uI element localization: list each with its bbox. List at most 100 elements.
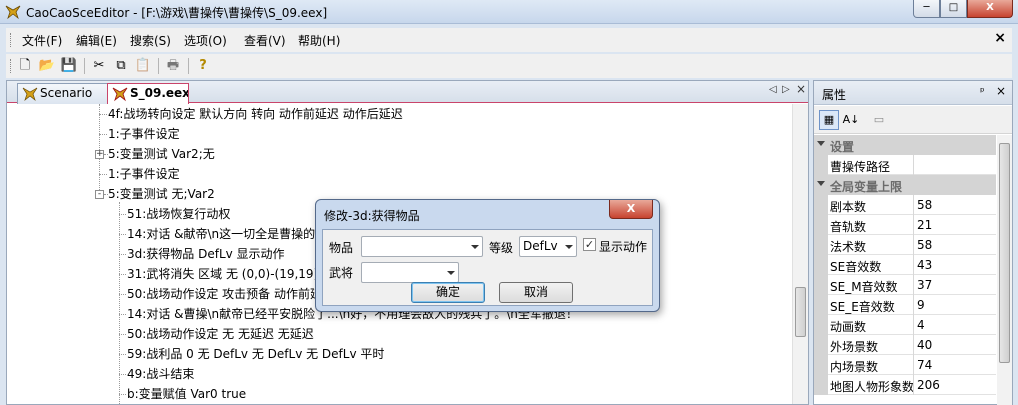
tab-scenario[interactable]: Scenario (17, 83, 109, 104)
property-value[interactable]: 37 (917, 278, 932, 292)
property-value[interactable]: 9 (917, 298, 925, 312)
property-name: SE音效数 (830, 260, 882, 274)
cut-icon[interactable]: ✂ (90, 57, 108, 75)
properties-close-icon[interactable]: × (996, 84, 1006, 98)
ok-button[interactable]: 确定 (411, 282, 485, 303)
property-name: SE_M音效数 (830, 280, 898, 294)
property-row[interactable]: 法术数 58 (814, 235, 996, 255)
collapse-arrow-icon[interactable] (817, 181, 825, 186)
copy-icon[interactable]: ⧉ (112, 57, 130, 75)
menu-options[interactable]: 选项(O) (184, 32, 227, 49)
menu-grip (10, 33, 13, 47)
mdi-close-icon[interactable]: × (994, 30, 1006, 46)
collapse-arrow-icon[interactable] (817, 141, 825, 146)
tab-s09[interactable]: S_09.eex (107, 83, 189, 104)
tree-item[interactable]: 50:战场动作设定 攻击预备 动作前延迟 (127, 284, 334, 304)
categorized-icon[interactable]: ▦ (819, 110, 839, 130)
scrollbar-thumb[interactable] (795, 287, 806, 337)
tree-item[interactable]: 59:战利品 0 无 DefLv 无 DefLv 无 DefLv 平时 (127, 344, 384, 364)
tree-item[interactable]: 14:对话 &献帝\n这一切全是曹操的 (127, 224, 315, 244)
tree-item[interactable]: 1:子事件设定 (108, 124, 180, 144)
menu-edit[interactable]: 编辑(E) (76, 32, 117, 49)
pin-icon[interactable]: ᵖ (980, 85, 985, 98)
property-row[interactable]: SE_M音效数 37 (814, 275, 996, 295)
tree-item[interactable]: 3d:获得物品 DefLv 显示动作 (127, 244, 285, 264)
property-row[interactable]: SE音效数 43 (814, 255, 996, 275)
property-row[interactable]: 内场景数 74 (814, 355, 996, 375)
general-select[interactable] (361, 262, 459, 283)
tree-line (119, 394, 126, 395)
property-row[interactable]: 动画数 4 (814, 315, 996, 335)
dialog-close-button[interactable]: X (609, 200, 653, 219)
tree-item[interactable]: 4f:战场转向设定 默认方向 转向 动作前延迟 动作后延迟 (108, 104, 403, 124)
property-pages-icon[interactable]: ▭ (869, 110, 889, 130)
property-name: 地图人物形象数 (830, 380, 914, 394)
print-icon[interactable]: 🖶 (164, 57, 182, 75)
maximize-button[interactable]: □ (940, 0, 967, 18)
tree-line (99, 104, 100, 192)
property-value[interactable]: 4 (917, 318, 925, 332)
property-value[interactable]: 43 (917, 258, 932, 272)
tree-item[interactable]: 1:子事件设定 (108, 164, 180, 184)
cancel-button[interactable]: 取消 (499, 282, 573, 303)
tree-item[interactable]: 50:战场动作设定 无 无延迟 无延迟 (127, 324, 314, 344)
open-folder-icon[interactable]: 📂 (38, 57, 56, 75)
help-icon[interactable]: ? (194, 57, 212, 75)
property-value[interactable]: 58 (917, 198, 932, 212)
new-file-icon[interactable]: 🗋 (16, 57, 34, 75)
tree-item[interactable]: b:变量赋值 Var0 true (127, 384, 246, 404)
property-row[interactable]: 地图人物形象数 206 (814, 375, 996, 395)
menu-file[interactable]: 文件(F) (22, 32, 62, 49)
property-value[interactable]: 74 (917, 358, 932, 372)
property-row[interactable]: 外场景数 40 (814, 335, 996, 355)
dropdown-arrow-icon (471, 245, 479, 249)
collapse-minus-icon[interactable]: - (95, 190, 104, 199)
property-splitter (913, 215, 914, 235)
tree-item[interactable]: 51:战场恢复行动权 (127, 204, 230, 224)
toolbar-separator (84, 58, 85, 74)
tab-scroll-left-icon[interactable]: ◁ (769, 84, 777, 95)
tree-line (119, 214, 126, 215)
minimize-button[interactable]: ─ (913, 0, 940, 18)
property-margin (814, 315, 828, 335)
properties-toolbar: ▦ A↓ ▭ (814, 106, 1012, 134)
tree-line (119, 254, 126, 255)
property-value[interactable]: 206 (917, 378, 940, 392)
tree-item[interactable]: 5:变量测试 无;Var2 (108, 184, 215, 204)
property-value[interactable]: 40 (917, 338, 932, 352)
show-animation-checkbox[interactable]: ✓ (583, 238, 596, 251)
toolbar-grip (10, 59, 13, 73)
property-name: 动画数 (830, 320, 867, 334)
toolbar-separator (188, 58, 189, 74)
property-value[interactable]: 21 (917, 218, 932, 232)
property-name: 内场景数 (830, 360, 879, 374)
property-category[interactable]: 设置 (814, 135, 996, 155)
property-margin (814, 355, 828, 375)
tree-scrollbar[interactable] (792, 104, 808, 404)
save-icon[interactable]: 💾 (60, 57, 78, 75)
tab-label: S_09.eex (130, 86, 189, 100)
menu-view[interactable]: 查看(V) (244, 32, 286, 49)
paste-icon[interactable]: 📋 (134, 57, 152, 75)
properties-scrollbar[interactable] (997, 135, 1012, 405)
menu-help[interactable]: 帮助(H) (298, 32, 340, 49)
close-window-button[interactable]: X (967, 0, 1013, 18)
property-margin (814, 155, 828, 175)
level-select[interactable]: DefLv (519, 236, 577, 257)
tab-scroll-right-icon[interactable]: ▷ (782, 84, 790, 95)
menu-search[interactable]: 搜索(S) (130, 32, 171, 49)
property-row[interactable]: 音轨数 21 (814, 215, 996, 235)
tree-item[interactable]: 5:变量测试 Var2;无 (108, 144, 215, 164)
property-row[interactable]: SE_E音效数 9 (814, 295, 996, 315)
property-row[interactable]: 曹操传路径 (814, 155, 996, 175)
tree-item[interactable]: 49:战斗结束 (127, 364, 194, 384)
tab-close-icon[interactable]: × (796, 82, 806, 96)
property-value[interactable]: 58 (917, 238, 932, 252)
alphabetical-sort-icon[interactable]: A↓ (841, 110, 861, 130)
scrollbar-thumb[interactable] (999, 143, 1010, 363)
property-category[interactable]: 全局变量上限 (814, 175, 996, 195)
expand-plus-icon[interactable]: + (95, 150, 104, 159)
item-select[interactable] (361, 236, 483, 257)
tree-item[interactable]: 31:武将消失 区域 无 (0,0)-(19,19) 无 (127, 264, 334, 284)
property-row[interactable]: 剧本数 58 (814, 195, 996, 215)
